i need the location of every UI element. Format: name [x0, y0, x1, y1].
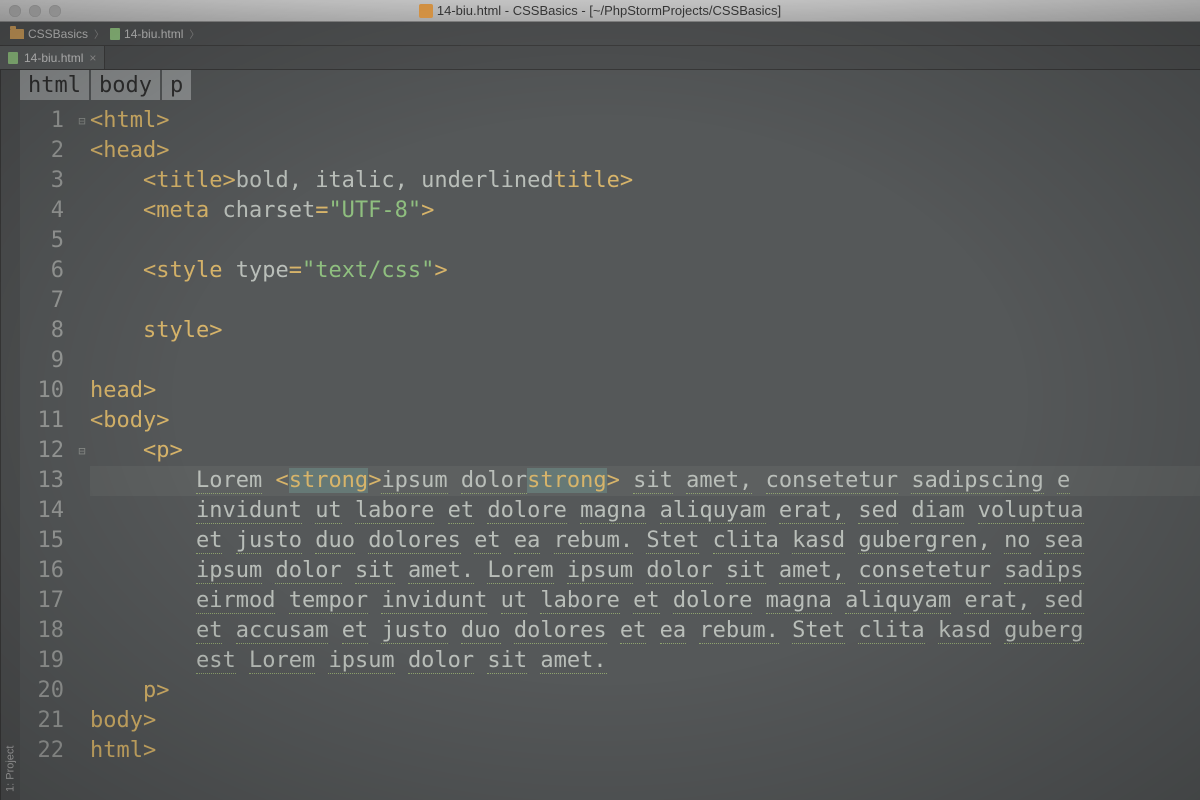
window-title-text: 14-biu.html - CSSBasics - [~/PhpStormPro… [437, 3, 781, 18]
tool-rail: 1: Project [0, 70, 20, 800]
line-number: 9 [20, 346, 64, 376]
window-title: 14-biu.html - CSSBasics - [~/PhpStormPro… [0, 0, 1200, 21]
file-icon [8, 52, 18, 64]
window-titlebar: 14-biu.html - CSSBasics - [~/PhpStormPro… [0, 0, 1200, 22]
breadcrumb: html body p [20, 70, 1200, 100]
fold-column: ⊟⊟ [74, 100, 90, 800]
line-number: 2 [20, 136, 64, 166]
nav-project-label: CSSBasics [28, 27, 88, 41]
line-number: 15 [20, 526, 64, 556]
breadcrumb-body[interactable]: body [91, 70, 162, 100]
line-number: 18 [20, 616, 64, 646]
nav-file[interactable]: 14-biu.html [110, 27, 183, 41]
line-number: 4 [20, 196, 64, 226]
line-number: 12 [20, 436, 64, 466]
line-number: 19 [20, 646, 64, 676]
chevron-right-icon: 〉 [94, 26, 104, 41]
folder-icon [10, 29, 24, 39]
close-icon[interactable]: × [89, 51, 96, 65]
code-editor[interactable]: 12345678910111213141516171819202122 ⊟⊟ <… [20, 100, 1200, 800]
editor-tab-label: 14-biu.html [24, 51, 83, 65]
zoom-window-button[interactable] [49, 5, 61, 17]
gutter: 12345678910111213141516171819202122 [20, 100, 74, 800]
navigation-bar: CSSBasics 〉 14-biu.html 〉 [0, 22, 1200, 46]
editor-tabs: 14-biu.html × [0, 46, 1200, 70]
line-number: 8 [20, 316, 64, 346]
line-number: 21 [20, 706, 64, 736]
nav-file-label: 14-biu.html [124, 27, 183, 41]
line-number: 10 [20, 376, 64, 406]
workspace: 1: Project html body p 12345678910111213… [0, 70, 1200, 800]
line-number: 20 [20, 676, 64, 706]
minimize-window-button[interactable] [29, 5, 41, 17]
breadcrumb-p[interactable]: p [162, 70, 193, 100]
line-number: 22 [20, 736, 64, 766]
editor-tab-14-biu[interactable]: 14-biu.html × [0, 46, 105, 69]
nav-project[interactable]: CSSBasics [10, 27, 88, 41]
line-number: 14 [20, 496, 64, 526]
chevron-right-icon: 〉 [189, 26, 199, 41]
line-number: 17 [20, 586, 64, 616]
line-number: 5 [20, 226, 64, 256]
breadcrumb-html[interactable]: html [20, 70, 91, 100]
tool-window-project[interactable]: 1: Project [5, 746, 17, 792]
code-content[interactable]: <html><head> <title>bold, italic, underl… [90, 100, 1200, 800]
line-number: 1 [20, 106, 64, 136]
line-number: 7 [20, 286, 64, 316]
line-number: 13 [20, 466, 64, 496]
line-number: 11 [20, 406, 64, 436]
line-number: 16 [20, 556, 64, 586]
line-number: 6 [20, 256, 64, 286]
window-controls [0, 5, 61, 17]
file-icon [110, 28, 120, 40]
line-number: 3 [20, 166, 64, 196]
app-icon [419, 4, 433, 18]
editor-area: html body p 1234567891011121314151617181… [20, 70, 1200, 800]
close-window-button[interactable] [9, 5, 21, 17]
